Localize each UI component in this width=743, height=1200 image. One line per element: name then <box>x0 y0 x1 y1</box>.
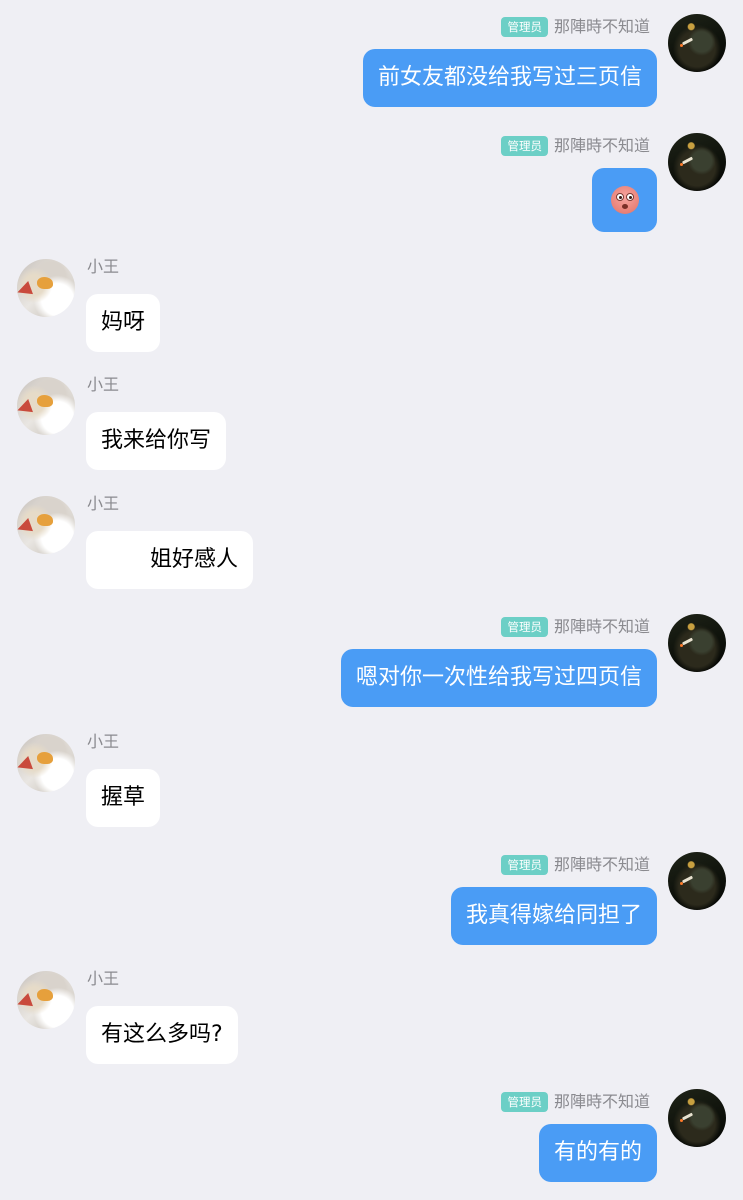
sender-meta: 小王 <box>87 493 119 515</box>
sender-meta: 管理员 那陣時不知道 <box>501 854 650 876</box>
flushed-face-icon <box>610 186 639 214</box>
message-bubble[interactable]: 有这么多吗? <box>86 1006 238 1064</box>
message-bubble[interactable]: 前女友都没给我写过三页信 <box>362 49 657 107</box>
sender-meta: 小王 <box>87 374 119 396</box>
sender-meta: 小王 <box>87 968 119 990</box>
avatar[interactable] <box>17 259 75 317</box>
avatar[interactable] <box>668 14 726 72</box>
sender-name[interactable]: 那陣時不知道 <box>554 16 650 38</box>
message-bubble[interactable]: 我真得嫁给同担了 <box>450 887 657 945</box>
sender-name[interactable]: 那陣時不知道 <box>554 616 650 638</box>
avatar[interactable] <box>17 734 75 792</box>
sender-name[interactable]: 小王 <box>87 968 119 990</box>
avatar[interactable] <box>17 971 75 1029</box>
admin-badge: 管理员 <box>501 17 548 37</box>
admin-badge: 管理员 <box>501 855 548 875</box>
message-bubble[interactable]: 嗯对你一次性给我写过四页信 <box>340 649 657 707</box>
sender-meta: 小王 <box>87 256 119 278</box>
admin-badge: 管理员 <box>501 1092 548 1112</box>
avatar[interactable] <box>668 614 726 672</box>
sender-name[interactable]: 那陣時不知道 <box>554 135 650 157</box>
sender-name[interactable]: 小王 <box>87 256 119 278</box>
sender-meta: 管理员 那陣時不知道 <box>501 1091 650 1113</box>
message-bubble[interactable]: 姐好感人 <box>86 531 254 589</box>
message-bubble[interactable]: 有的有的 <box>538 1124 657 1182</box>
sender-name[interactable]: 那陣時不知道 <box>554 1091 650 1113</box>
sender-meta: 管理员 那陣時不知道 <box>501 135 650 157</box>
message-bubble[interactable]: 握草 <box>86 769 161 827</box>
sender-name[interactable]: 小王 <box>87 731 119 753</box>
avatar[interactable] <box>668 1089 726 1147</box>
sender-meta: 管理员 那陣時不知道 <box>501 16 650 38</box>
avatar[interactable] <box>668 133 726 191</box>
sender-meta: 小王 <box>87 731 119 753</box>
message-bubble[interactable]: 妈呀 <box>86 294 161 352</box>
message-bubble[interactable] <box>592 168 657 232</box>
sender-name[interactable]: 小王 <box>87 493 119 515</box>
sender-name[interactable]: 小王 <box>87 374 119 396</box>
avatar[interactable] <box>17 377 75 435</box>
message-bubble[interactable]: 我来给你写 <box>86 412 227 470</box>
admin-badge: 管理员 <box>501 136 548 156</box>
avatar[interactable] <box>668 852 726 910</box>
sender-meta: 管理员 那陣時不知道 <box>501 616 650 638</box>
sender-name[interactable]: 那陣時不知道 <box>554 854 650 876</box>
admin-badge: 管理员 <box>501 617 548 637</box>
avatar[interactable] <box>17 496 75 554</box>
